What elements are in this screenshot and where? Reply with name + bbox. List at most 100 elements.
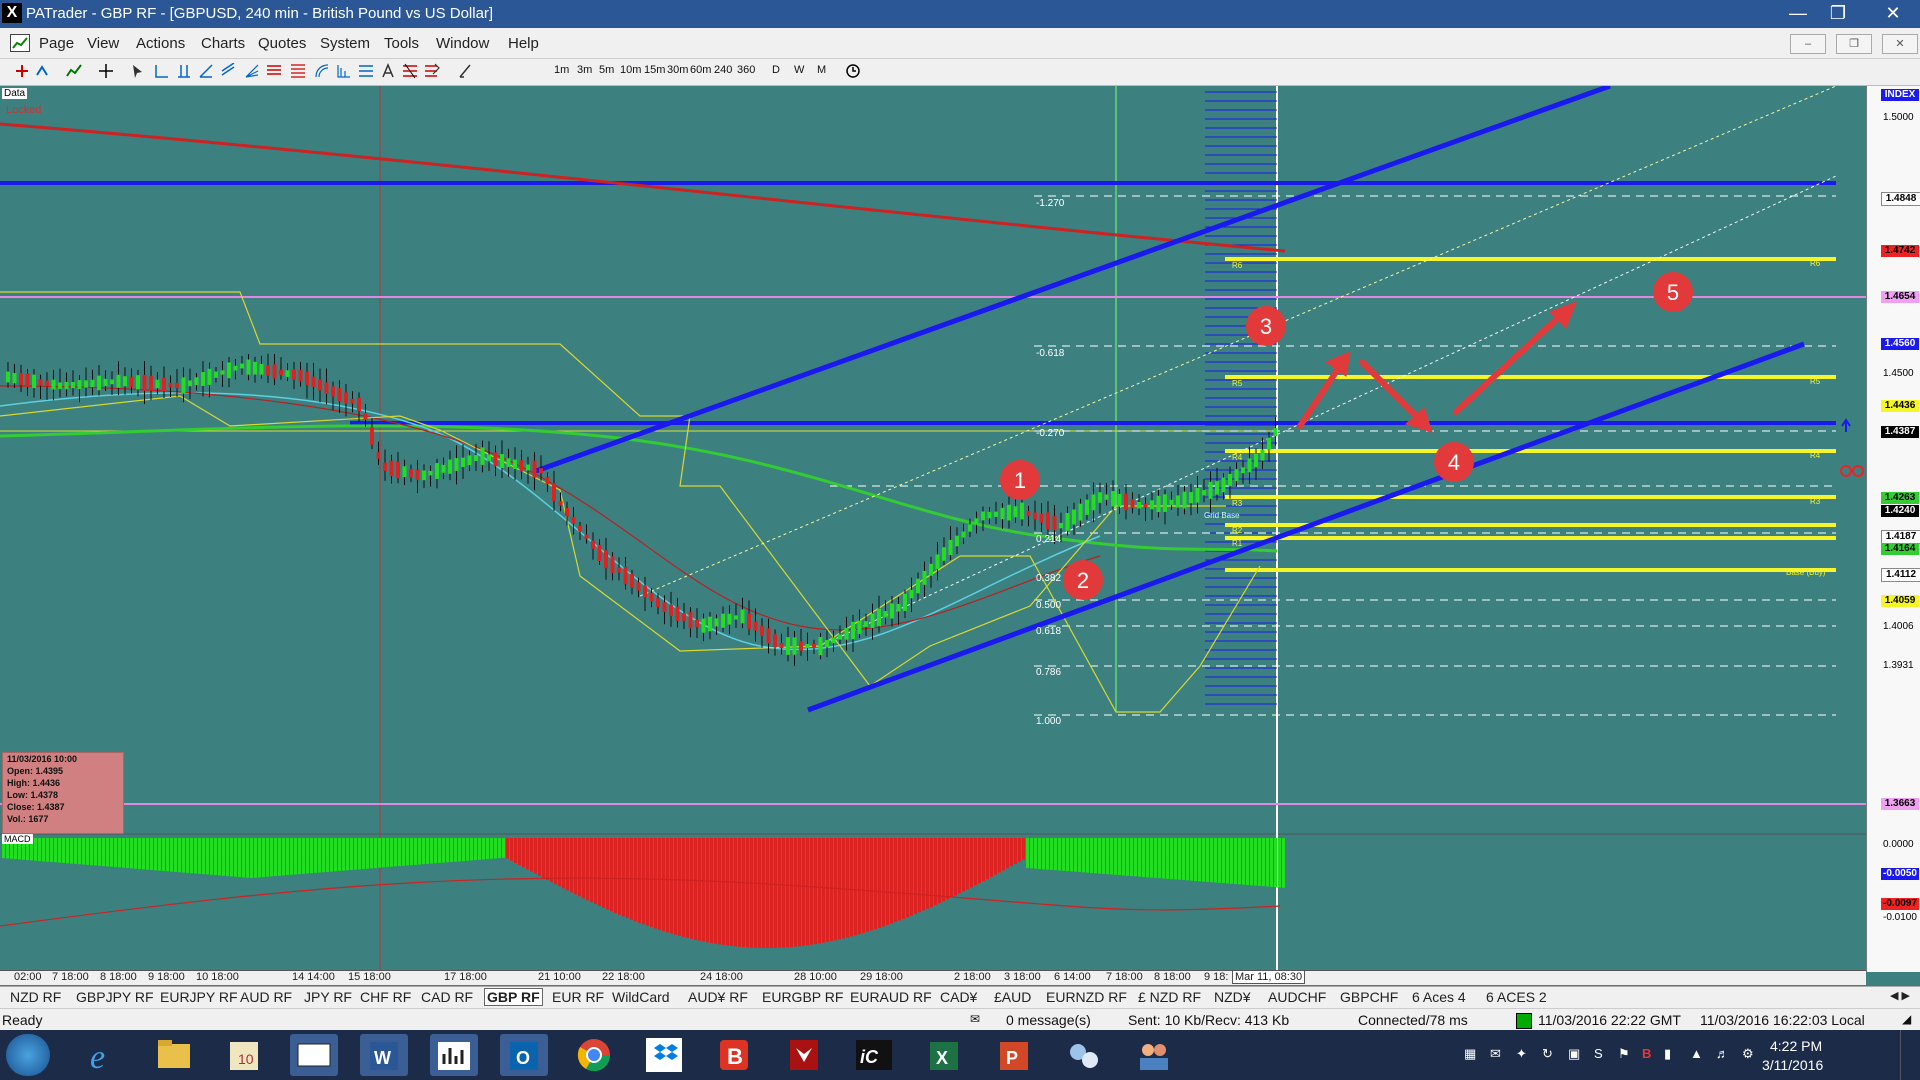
- tray-sync-icon[interactable]: ↻: [1542, 1046, 1553, 1062]
- tab-6-aces-4[interactable]: 6 Aces 4: [1412, 989, 1466, 1005]
- menu-help[interactable]: Help: [508, 35, 539, 52]
- tab-nzd-rf[interactable]: NZD RF: [10, 989, 61, 1005]
- chart-app-icon[interactable]: [430, 1034, 478, 1076]
- pointer-tool-icon[interactable]: [34, 63, 50, 79]
- menu-page[interactable]: Page: [39, 35, 74, 52]
- tab-aud-yen-rf[interactable]: AUD¥ RF: [688, 989, 748, 1005]
- tab-euraud-rf[interactable]: EURAUD RF: [850, 989, 932, 1005]
- tray-device-icon[interactable]: ▣: [1568, 1046, 1580, 1062]
- text-tool-icon[interactable]: [380, 63, 396, 79]
- clock-time[interactable]: 4:22 PM: [1770, 1038, 1822, 1054]
- tab-wildcard[interactable]: WildCard: [612, 989, 670, 1005]
- tab-scroll-arrows-icon[interactable]: ◀ ▶: [1890, 989, 1910, 1002]
- tray-b-icon[interactable]: B: [1642, 1046, 1651, 1061]
- tab-eurnzd-rf[interactable]: EURNZD RF: [1046, 989, 1127, 1005]
- eagle-app-icon[interactable]: [780, 1034, 828, 1076]
- start-button[interactable]: [6, 1034, 50, 1076]
- clock-icon[interactable]: [845, 63, 861, 79]
- arrow-tool-icon[interactable]: [130, 63, 146, 79]
- hline-tool-icon[interactable]: [154, 63, 170, 79]
- word-icon[interactable]: W: [360, 1034, 408, 1076]
- mdi-restore-icon[interactable]: ❐: [1836, 34, 1872, 54]
- tray-volume-icon[interactable]: ♬: [1716, 1046, 1729, 1061]
- tray-signal-icon[interactable]: ▲: [1690, 1046, 1703, 1061]
- fib-extension-tool-icon[interactable]: [290, 63, 306, 79]
- close-icon[interactable]: ✕: [1866, 0, 1920, 26]
- b-app-icon[interactable]: B: [710, 1034, 758, 1076]
- ic-app-icon[interactable]: iC: [850, 1034, 898, 1076]
- tab-eur-rf[interactable]: EUR RF: [552, 989, 604, 1005]
- gann-tool-icon[interactable]: [336, 63, 352, 79]
- timeframe-d[interactable]: D: [772, 64, 780, 76]
- crosshair-tool-icon[interactable]: [14, 63, 30, 79]
- powerpoint-icon[interactable]: P: [990, 1034, 1038, 1076]
- tray-extra-icon[interactable]: ⚙: [1742, 1046, 1754, 1062]
- network-app-icon[interactable]: [1060, 1034, 1108, 1076]
- tray-battery-icon[interactable]: ▮: [1664, 1046, 1671, 1062]
- excel-icon[interactable]: X: [920, 1034, 968, 1076]
- people-app-icon[interactable]: [1130, 1034, 1178, 1076]
- fib-retracement-tool-icon[interactable]: [266, 63, 282, 79]
- tray-outlook-icon[interactable]: ✉: [1490, 1046, 1501, 1062]
- mdi-close-icon[interactable]: ✕: [1882, 34, 1918, 54]
- resize-grip-icon[interactable]: ◢: [1902, 1012, 1911, 1026]
- timeframe-5m[interactable]: 5m: [599, 64, 614, 76]
- menu-view[interactable]: View: [87, 35, 119, 52]
- price-chart[interactable]: -1.270 -0.618 -0.270 0.214 0.382 0.500 0…: [0, 86, 1866, 970]
- tab-audchf[interactable]: AUDCHF: [1268, 989, 1326, 1005]
- pivot-tool-icon[interactable]: [358, 63, 374, 79]
- dropbox-icon[interactable]: [640, 1034, 688, 1076]
- indicator-tool-icon[interactable]: [66, 63, 82, 79]
- menu-quotes[interactable]: Quotes: [258, 35, 306, 52]
- channel-tool-icon[interactable]: [220, 63, 236, 79]
- price-axis[interactable]: INDEX 1.5000 1.4848 1.4742 1.4654 1.4560…: [1866, 86, 1920, 972]
- envelope-icon[interactable]: ✉: [970, 1012, 980, 1026]
- tray-s-icon[interactable]: S: [1594, 1046, 1603, 1061]
- fib-fan-tool-icon[interactable]: [244, 63, 260, 79]
- maximize-icon[interactable]: ❐: [1818, 0, 1858, 26]
- tab-cad-rf[interactable]: CAD RF: [421, 989, 473, 1005]
- menu-system[interactable]: System: [320, 35, 370, 52]
- tab-gbpjpy-rf[interactable]: GBPJPY RF: [76, 989, 154, 1005]
- menu-window[interactable]: Window: [436, 35, 489, 52]
- menu-actions[interactable]: Actions: [136, 35, 185, 52]
- tab-jpy-rf[interactable]: JPY RF: [304, 989, 352, 1005]
- tab-gbp-aud[interactable]: £AUD: [994, 989, 1031, 1005]
- timeframe-360[interactable]: 360: [737, 64, 755, 76]
- trendline-tool-icon[interactable]: [198, 63, 214, 79]
- delete-drawing-tool-icon[interactable]: [402, 63, 418, 79]
- chart-canvas[interactable]: -1.270 -0.618 -0.270 0.214 0.382 0.500 0…: [0, 86, 1866, 970]
- tab-cad-yen[interactable]: CAD¥: [940, 989, 977, 1005]
- timeframe-60m[interactable]: 60m: [690, 64, 711, 76]
- timeframe-1m[interactable]: 1m: [554, 64, 569, 76]
- tab-gbpchf[interactable]: GBPCHF: [1340, 989, 1398, 1005]
- tab-6-aces-2[interactable]: 6 ACES 2: [1486, 989, 1547, 1005]
- tab-eurgbp-rf[interactable]: EURGBP RF: [762, 989, 843, 1005]
- clock-date[interactable]: 3/11/2016: [1762, 1057, 1823, 1073]
- calendar-app-icon[interactable]: 10: [220, 1034, 268, 1076]
- menu-charts[interactable]: Charts: [201, 35, 245, 52]
- tab-aud-rf[interactable]: AUD RF: [240, 989, 292, 1005]
- timeframe-15m[interactable]: 15m: [644, 64, 665, 76]
- show-desktop-button[interactable]: [1900, 1030, 1915, 1080]
- cross-tool-icon[interactable]: [98, 63, 114, 79]
- tray-flag-icon[interactable]: ⚑: [1618, 1046, 1630, 1062]
- tab-gbp-nzd-rf[interactable]: £ NZD RF: [1138, 989, 1201, 1005]
- blank-window-icon[interactable]: [290, 1034, 338, 1076]
- timeframe-10m[interactable]: 10m: [620, 64, 641, 76]
- timeframe-m[interactable]: M: [817, 64, 826, 76]
- erase-all-tool-icon[interactable]: [424, 63, 440, 79]
- chrome-icon[interactable]: [570, 1034, 618, 1076]
- tray-windows-icon[interactable]: ▦: [1464, 1046, 1476, 1062]
- tab-nzd-yen[interactable]: NZD¥: [1214, 989, 1251, 1005]
- fib-arc-tool-icon[interactable]: [314, 63, 330, 79]
- file-explorer-icon[interactable]: [150, 1034, 198, 1076]
- tray-bluetooth-icon[interactable]: ✦: [1516, 1046, 1527, 1062]
- minimize-icon[interactable]: —: [1778, 0, 1818, 26]
- tab-chf-rf[interactable]: CHF RF: [360, 989, 411, 1005]
- time-axis[interactable]: 02:00 7 18:00 8 18:00 9 18:00 10 18:00 1…: [0, 970, 1866, 985]
- tab-eurjpy-rf[interactable]: EURJPY RF: [160, 989, 238, 1005]
- outlook-icon[interactable]: O: [500, 1034, 548, 1076]
- timeframe-w[interactable]: W: [794, 64, 804, 76]
- timeframe-30m[interactable]: 30m: [667, 64, 688, 76]
